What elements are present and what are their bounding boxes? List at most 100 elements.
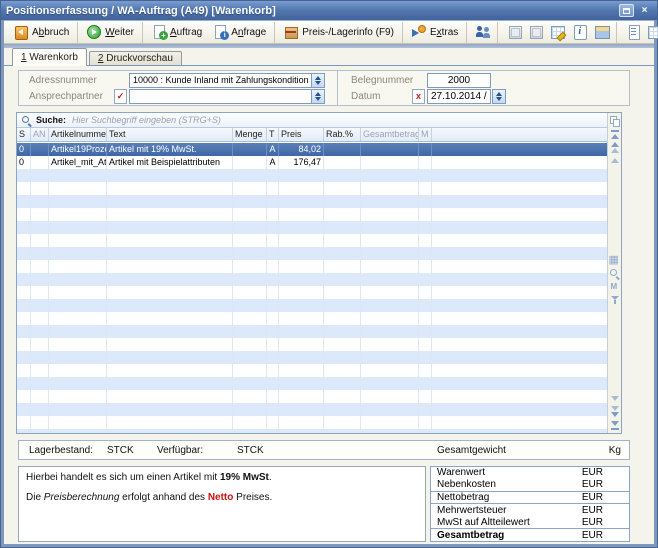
table-row[interactable]: 0 Artikel_mit_Attribu Artikel mit Beispi… — [17, 156, 607, 169]
table-row[interactable] — [17, 169, 607, 182]
toolbar-button[interactable]: Weiter — [77, 22, 139, 43]
column-header[interactable]: Preis — [279, 128, 324, 141]
toolbar-icon-button[interactable] — [644, 22, 658, 43]
cancel-icon — [13, 25, 29, 39]
next-icon — [86, 25, 102, 39]
marker-icon[interactable] — [609, 281, 621, 293]
title-bar: Positionserfassung / WA-Auftrag (A49) [W… — [1, 1, 657, 20]
search-icon[interactable] — [609, 268, 621, 280]
totals-panel: Warenwert EUR Nebenkosten EUR Nettobetra… — [430, 466, 630, 542]
belegnummer-input[interactable] — [427, 73, 491, 88]
split-window-icon — [594, 25, 610, 39]
tab[interactable]: 1 Warenkorb — [12, 48, 87, 66]
column-header[interactable]: Menge — [233, 128, 267, 141]
row-down-icon[interactable] — [609, 393, 621, 405]
document-icon — [626, 25, 642, 39]
column-header[interactable]: Text — [107, 128, 233, 141]
toolbar-button[interactable]: Auftrag — [142, 22, 207, 43]
scroll-bottom-icon[interactable] — [609, 419, 621, 431]
lagerbestand-label: Lagerbestand: — [29, 445, 93, 456]
columns-icon[interactable] — [609, 255, 621, 267]
toolbar-icon-button[interactable] — [497, 22, 525, 43]
datum-spinner-icon[interactable] — [493, 90, 505, 103]
column-header[interactable]: AN — [31, 128, 49, 141]
table-row[interactable]: 0 Artikel19Prozent Artikel mit 19% MwSt.… — [17, 143, 607, 156]
edit-check-icon[interactable]: ✓ — [114, 89, 127, 104]
toolbar-button[interactable]: Extras — [402, 22, 463, 43]
content-area: Adressnummer 10000 : Kunde Inland mit Za… — [4, 65, 654, 544]
column-header[interactable]: M — [419, 128, 432, 141]
verfuegbar-label: Verfügbar: — [157, 445, 203, 456]
tab-bar: 1 Warenkorb2 Druckvorschau — [4, 48, 654, 66]
lagerbestand-unit: STCK — [107, 445, 134, 456]
table-row[interactable] — [17, 221, 607, 234]
table-row[interactable] — [17, 416, 607, 429]
column-header[interactable]: S — [17, 128, 31, 141]
totals-row: Gesamtbetrag EUR — [431, 529, 629, 541]
table-row[interactable] — [17, 260, 607, 273]
column-header[interactable]: Artikelnummer — [49, 128, 107, 141]
info-line-1: Hierbei handelt es sich um einen Artikel… — [26, 472, 418, 483]
adressnummer-combobox[interactable]: 10000 : Kunde Inland mit Zahlungskonditi… — [129, 73, 325, 88]
column-header[interactable]: T — [267, 128, 279, 141]
ansprechpartner-combobox[interactable] — [129, 89, 325, 104]
filter-icon[interactable] — [609, 294, 621, 306]
ansprechpartner-input[interactable] — [130, 90, 311, 103]
table-row[interactable] — [17, 182, 607, 195]
window-title: Positionserfassung / WA-Auftrag (A49) [W… — [6, 5, 616, 17]
column-header[interactable]: Gesamtbetrag — [361, 128, 419, 141]
article-info-box: Hierbei handelt es sich um einen Artikel… — [18, 466, 426, 542]
toolbar-icon-button[interactable] — [466, 22, 494, 43]
window-alt-icon — [528, 25, 544, 39]
page-down-icon[interactable] — [609, 406, 621, 418]
search-input[interactable] — [70, 114, 617, 126]
stock-bar: Lagerbestand: STCK Verfügbar: STCK Gesam… — [18, 440, 630, 460]
info-icon — [572, 25, 588, 39]
page-up-icon[interactable] — [609, 142, 621, 154]
table-row[interactable] — [17, 208, 607, 221]
close-icon[interactable]: × — [637, 4, 652, 17]
restore-icon[interactable] — [619, 4, 634, 17]
scroll-top-icon[interactable] — [609, 129, 621, 141]
toolbar-button[interactable]: Preis-/Lagerinfo (F9) — [274, 22, 399, 43]
toolbar-icon-button[interactable] — [616, 22, 644, 43]
toolbar-icon-button[interactable] — [591, 22, 613, 43]
totals-row: Nebenkosten EUR — [431, 479, 629, 492]
table-row[interactable] — [17, 390, 607, 403]
adressnummer-spinner-icon[interactable] — [311, 74, 324, 87]
toolbar-icon-button[interactable] — [547, 22, 569, 43]
toolbar-icon-button[interactable] — [525, 22, 547, 43]
column-header[interactable]: Rab.% — [324, 128, 361, 141]
column-header — [432, 128, 607, 141]
toolbar-icon-button[interactable] — [569, 22, 591, 43]
table-row[interactable] — [17, 364, 607, 377]
table-row[interactable] — [17, 299, 607, 312]
table-row[interactable] — [17, 403, 607, 416]
row-up-icon[interactable] — [609, 155, 621, 167]
table-row[interactable] — [17, 338, 607, 351]
search-label: Suche: — [36, 115, 66, 125]
price-stock-info-icon — [283, 25, 299, 39]
positions-grid-panel: Suche: S AN Artikelnummer Text Menge T P… — [16, 112, 622, 434]
table-row[interactable] — [17, 273, 607, 286]
grid-header: S AN Artikelnummer Text Menge T Preis Ra… — [17, 128, 607, 142]
ansprechpartner-spinner-icon[interactable] — [311, 90, 324, 103]
table-row[interactable] — [17, 377, 607, 390]
users-icon — [476, 25, 492, 39]
tab[interactable]: 2 Druckvorschau — [89, 51, 182, 66]
datum-input[interactable] — [427, 89, 491, 104]
table-row[interactable] — [17, 234, 607, 247]
table-row[interactable] — [17, 286, 607, 299]
gesamtgewicht-unit: Kg — [609, 445, 621, 456]
clear-date-icon[interactable]: x — [412, 89, 425, 104]
table-row[interactable] — [17, 195, 607, 208]
table-row[interactable] — [17, 351, 607, 364]
toolbar-button[interactable]: Abbruch — [8, 22, 74, 43]
datum-spinner[interactable] — [492, 89, 506, 104]
table-row[interactable] — [17, 429, 607, 433]
toolbar-button[interactable]: Anfrage — [207, 22, 271, 43]
table-row[interactable] — [17, 312, 607, 325]
table-row[interactable] — [17, 247, 607, 260]
table-row[interactable] — [17, 325, 607, 338]
copy-icon[interactable] — [609, 115, 621, 127]
